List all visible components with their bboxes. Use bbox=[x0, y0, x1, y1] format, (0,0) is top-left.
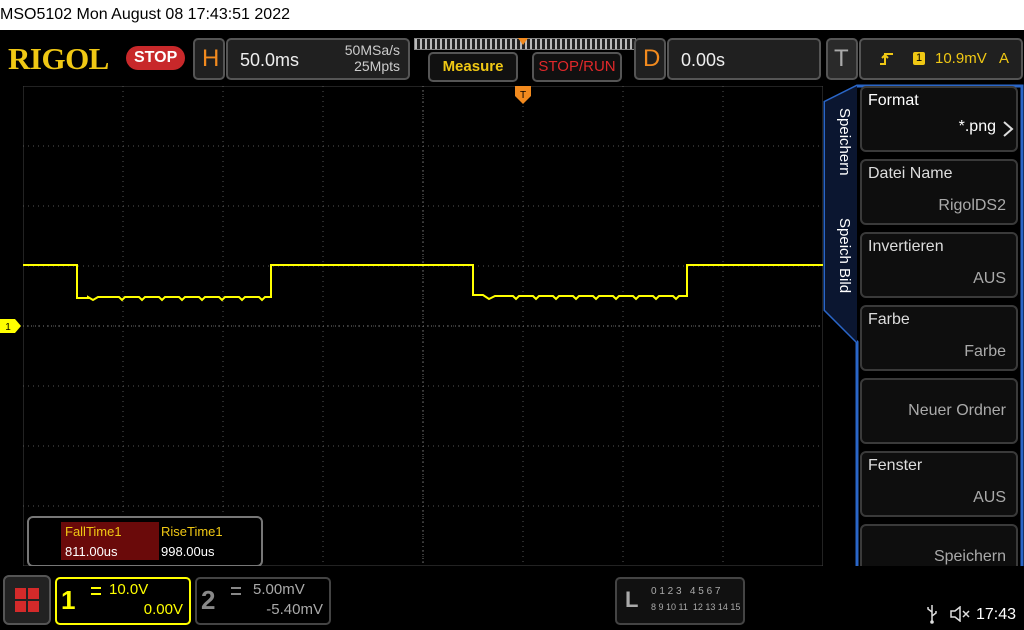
sample-rate: 50MSa/s bbox=[344, 42, 400, 58]
menu-item-fenster-title: Fenster bbox=[868, 457, 923, 474]
home-menu-button[interactable] bbox=[3, 575, 51, 625]
menu-item-farbe-value: Farbe bbox=[964, 343, 1006, 360]
menu-item-datei-name[interactable]: Datei Name RigolDS2 bbox=[860, 159, 1018, 225]
delay-letter: D bbox=[643, 45, 661, 72]
trigger-box[interactable]: 1 10.9mV A bbox=[859, 38, 1023, 80]
channel-2-scale: 5.00mV bbox=[253, 581, 305, 598]
menu-item-invertieren-title: Invertieren bbox=[868, 238, 944, 255]
tab-speichern[interactable]: Speichern bbox=[836, 108, 853, 176]
title-bar: MSO5102 Mon August 08 17:43:51 2022 bbox=[0, 0, 1024, 30]
channel-2-number: 2 bbox=[201, 585, 216, 615]
measurement-value-rise: 998.00us bbox=[161, 544, 215, 559]
channel-1-offset-marker[interactable]: 1 bbox=[0, 319, 22, 333]
delay-value: 0.00s bbox=[681, 50, 726, 70]
trigger-mode: A bbox=[999, 50, 1010, 67]
logic-analyzer-box[interactable]: L 0 1 2 3 4 5 6 7 8 9 10 11 12 13 14 15 bbox=[615, 577, 745, 625]
window-title: MSO5102 Mon August 08 17:43:51 2022 bbox=[0, 6, 290, 23]
trigger-position-marker[interactable]: T bbox=[515, 86, 531, 108]
channel-1-box[interactable]: 1 10.0V 0.00V bbox=[55, 577, 191, 625]
timebase-value: 50.0ms bbox=[240, 50, 300, 70]
menu-item-fenster-value: AUS bbox=[973, 489, 1006, 506]
waveform-display[interactable] bbox=[23, 86, 823, 566]
speaker-muted-icon[interactable] bbox=[950, 606, 970, 622]
menu-item-neuer-ordner[interactable]: Neuer Ordner bbox=[860, 378, 1018, 444]
measure-button[interactable]: Measure bbox=[428, 52, 518, 82]
channel-1-number: 1 bbox=[61, 585, 76, 615]
menu-item-invertieren[interactable]: Invertieren AUS bbox=[860, 232, 1018, 298]
horizontal-label-box[interactable]: H bbox=[193, 38, 225, 80]
menu-item-farbe-title: Farbe bbox=[868, 311, 910, 328]
bottom-bar: 1 10.0V 0.00V 2 5.00mV -5.40mV L 0 1 2 3… bbox=[0, 566, 1024, 630]
trigger-letter: T bbox=[834, 45, 849, 72]
grid-menu-icon bbox=[15, 588, 39, 612]
menu-item-format[interactable]: Format *.png bbox=[860, 86, 1018, 152]
trigger-channel-badge: 1 bbox=[913, 52, 925, 65]
delay-box[interactable]: 0.00s bbox=[667, 38, 821, 80]
measurement-header-rise: RiseTime1 bbox=[161, 524, 223, 539]
measurement-panel[interactable]: FallTime1 RiseTime1 811.00us 998.00us bbox=[27, 516, 263, 567]
logic-letter: L bbox=[625, 587, 639, 612]
stop-run-button[interactable]: STOP/RUN bbox=[532, 52, 622, 82]
top-toolbar: RIGOL STOP H 50.0ms 50MSa/s 25Mpts Measu… bbox=[0, 30, 1024, 86]
menu-item-speichern-value: Speichern bbox=[933, 548, 1006, 565]
channel-1-scale: 10.0V bbox=[109, 581, 149, 598]
menu-item-invertieren-value: AUS bbox=[973, 270, 1006, 287]
menu-item-neuer-ordner-value: Neuer Ordner bbox=[908, 402, 1006, 419]
menu-item-farbe[interactable]: Farbe Farbe bbox=[860, 305, 1018, 371]
svg-text:1: 1 bbox=[5, 322, 11, 333]
memory-depth: 25Mpts bbox=[354, 58, 400, 74]
delay-label-box[interactable]: D bbox=[634, 38, 666, 80]
chevron-right-icon bbox=[1003, 121, 1014, 137]
menu-item-format-title: Format bbox=[868, 92, 919, 109]
channel-1-offset: 0.00V bbox=[143, 601, 183, 618]
menu-item-datei-name-title: Datei Name bbox=[868, 165, 953, 182]
tab-speich-bild[interactable]: Speich Bild bbox=[836, 218, 853, 293]
channel-2-box[interactable]: 2 5.00mV -5.40mV bbox=[195, 577, 331, 625]
clock-time: 17:43 bbox=[976, 606, 1017, 623]
dc-coupling-icon bbox=[231, 587, 241, 595]
menu-item-format-value: *.png bbox=[958, 118, 996, 135]
rigol-logo: RIGOL bbox=[8, 41, 109, 76]
channel-2-offset: -5.40mV bbox=[266, 601, 323, 618]
trigger-label-box[interactable]: T bbox=[826, 38, 858, 80]
measurement-value-fall: 811.00us bbox=[65, 544, 118, 559]
rising-edge-icon bbox=[880, 53, 893, 65]
trigger-level: 10.9mV bbox=[935, 50, 987, 67]
svg-text:T: T bbox=[520, 90, 526, 101]
run-state-badge: STOP bbox=[126, 46, 186, 70]
dc-coupling-icon bbox=[91, 587, 101, 595]
horizontal-letter: H bbox=[202, 45, 220, 72]
usb-icon bbox=[927, 605, 937, 624]
trigger-position-icon bbox=[518, 38, 528, 45]
horizontal-timebase-box[interactable]: 50.0ms 50MSa/s 25Mpts bbox=[226, 38, 410, 80]
menu-item-datei-name-value: RigolDS2 bbox=[938, 197, 1006, 214]
logic-channels-row2: 8 9 10 11 12 13 14 15 bbox=[651, 602, 741, 612]
menu-item-fenster[interactable]: Fenster AUS bbox=[860, 451, 1018, 517]
logic-channels-row1: 0 1 2 3 4 5 6 7 bbox=[651, 586, 721, 597]
measurement-header-fall: FallTime1 bbox=[65, 524, 122, 539]
